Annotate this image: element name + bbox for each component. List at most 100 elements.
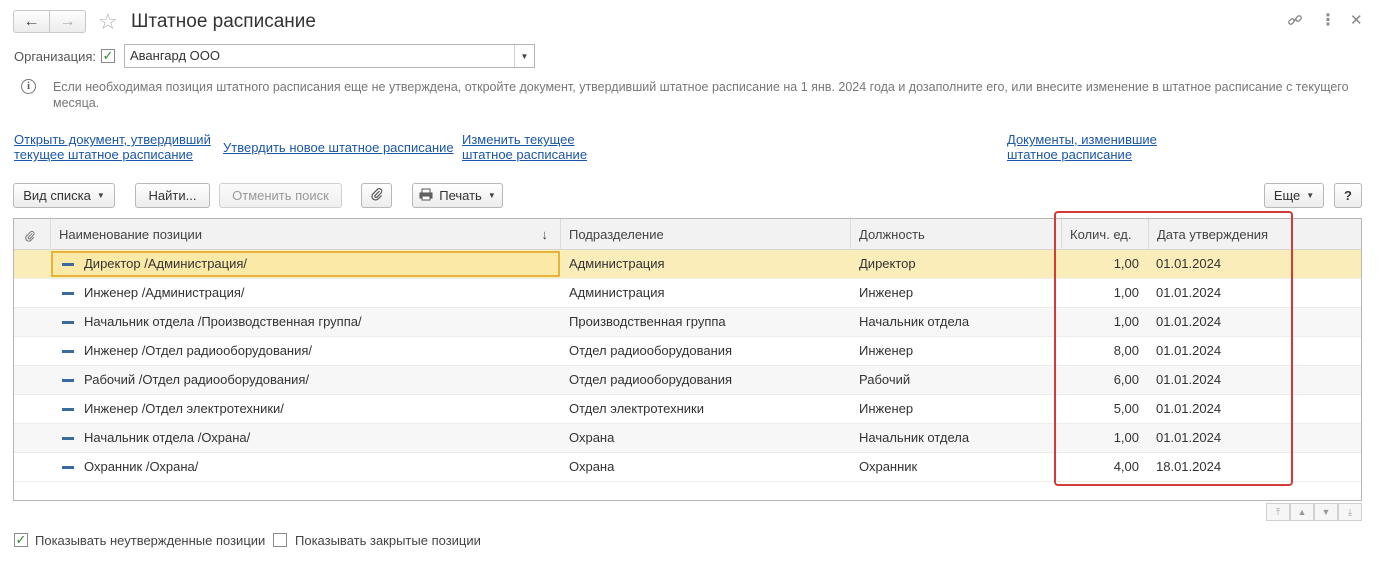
print-button[interactable]: Печать ▼: [412, 183, 503, 208]
cell-department: Отдел радиооборудования: [569, 372, 733, 387]
paperclip-icon: [24, 227, 36, 242]
page-title: Штатное расписание: [131, 11, 316, 32]
position-item-icon: [62, 408, 74, 411]
cell-position: Инженер: [859, 401, 914, 416]
cell-date: 01.01.2024: [1156, 285, 1222, 300]
cell-date: 01.01.2024: [1156, 430, 1222, 445]
organization-checkbox[interactable]: ✓: [101, 49, 115, 63]
more-button[interactable]: Еще ▼: [1264, 183, 1324, 208]
column-header-qty[interactable]: Колич. ед.: [1062, 219, 1149, 250]
more-vert-icon[interactable]: ⋮: [1320, 10, 1336, 30]
arrow-left-icon: ←: [23, 12, 40, 30]
sort-down-icon: ↓: [541, 227, 549, 242]
chevron-down-icon: ▼: [1306, 191, 1315, 200]
cell-department: Администрация: [569, 285, 665, 300]
cell-qty: 1,00: [1113, 314, 1139, 329]
cell-department: Охрана: [569, 459, 615, 474]
printer-icon: [419, 188, 433, 204]
cell-qty: 1,00: [1113, 256, 1139, 271]
scroll-bottom-button[interactable]: ⤓: [1338, 503, 1362, 521]
column-header-date[interactable]: Дата утверждения: [1149, 219, 1361, 250]
chevron-down-icon[interactable]: ▼: [514, 45, 534, 67]
table-row[interactable]: Начальник отдела /Охрана/Охрана Начальник…: [14, 424, 1361, 453]
changing-documents-link[interactable]: Документы, изменившие штатное расписание: [1007, 132, 1157, 162]
cancel-search-button[interactable]: Отменить поиск: [219, 183, 342, 208]
cell-name: Инженер /Администрация/: [84, 285, 245, 300]
position-item-icon: [62, 379, 74, 382]
cell-position: Рабочий: [859, 372, 911, 387]
cell-qty: 1,00: [1113, 430, 1139, 445]
cell-position: Начальник отдела: [859, 430, 970, 445]
info-message: Если необходимая позиция штатного распис…: [53, 80, 1349, 110]
open-approving-document-link[interactable]: Открыть документ, утвердивший текущее шт…: [14, 132, 211, 162]
arrow-right-icon: →: [59, 12, 76, 30]
star-icon[interactable]: ☆: [98, 9, 118, 35]
cell-department: Администрация: [569, 256, 665, 271]
cell-qty: 1,00: [1113, 285, 1139, 300]
cell-date: 01.01.2024: [1156, 343, 1222, 358]
table-row[interactable]: Директор /Администрация/Администрация Дир…: [14, 250, 1361, 279]
cell-name: Начальник отдела /Производственная групп…: [84, 314, 362, 329]
change-current-schedule-link[interactable]: Изменить текущее штатное расписание: [462, 132, 587, 162]
table-row[interactable]: Начальник отдела /Производственная групп…: [14, 308, 1361, 337]
cell-position: Охранник: [859, 459, 918, 474]
cell-position: Инженер: [859, 285, 914, 300]
cell-department: Производственная группа: [569, 314, 726, 329]
table-row[interactable]: Охранник /Охрана/Охрана Охранник 4,00 18.01…: [14, 453, 1361, 482]
find-button[interactable]: Найти...: [135, 183, 210, 208]
position-item-icon: [62, 292, 74, 295]
cell-name: Инженер /Отдел электротехники/: [84, 401, 284, 416]
position-item-icon: [62, 350, 74, 353]
approve-new-schedule-link[interactable]: Утвердить новое штатное расписание: [223, 140, 454, 155]
show-unapproved-label[interactable]: Показывать неутвержденные позиции: [35, 533, 265, 548]
table-row[interactable]: Рабочий /Отдел радиооборудования/Отдел р…: [14, 366, 1361, 395]
attach-button[interactable]: [361, 183, 392, 208]
forward-button[interactable]: →: [49, 10, 86, 33]
table-header: Наименование позиции ↓ Подразделение Дол…: [14, 219, 1361, 250]
cell-date: 01.01.2024: [1156, 256, 1222, 271]
cell-qty: 6,00: [1113, 372, 1139, 387]
cell-date: 01.01.2024: [1156, 401, 1222, 416]
cell-name: Рабочий /Отдел радиооборудования/: [84, 372, 310, 387]
staff-schedule-table[interactable]: Наименование позиции ↓ Подразделение Дол…: [13, 218, 1362, 501]
position-item-icon: [62, 263, 74, 266]
scroll-top-button[interactable]: ⤒: [1266, 503, 1290, 521]
cell-department: Отдел радиооборудования: [569, 343, 733, 358]
cell-date: 01.01.2024: [1156, 372, 1222, 387]
organization-value: Авангард ООО: [130, 48, 220, 63]
link-icon[interactable]: [1287, 12, 1303, 32]
table-row[interactable]: Инженер /Администрация/Администрация Инже…: [14, 279, 1361, 308]
help-button[interactable]: ?: [1334, 183, 1362, 208]
back-button[interactable]: ←: [13, 10, 50, 33]
organization-field[interactable]: Авангард ООО ▼: [124, 44, 535, 68]
position-item-icon: [62, 321, 74, 324]
view-list-button[interactable]: Вид списка ▼: [13, 183, 115, 208]
column-header-name[interactable]: Наименование позиции ↓: [51, 219, 561, 250]
close-icon[interactable]: ✕: [1350, 11, 1363, 29]
cell-position: Директор: [859, 256, 916, 271]
chevron-down-icon: ▼: [487, 191, 496, 200]
cell-date: 18.01.2024: [1156, 459, 1222, 474]
column-header-position[interactable]: Должность: [851, 219, 1062, 250]
cell-name: Директор /Администрация/: [84, 256, 248, 271]
organization-label: Организация:: [14, 49, 97, 64]
table-row[interactable]: Инженер /Отдел электротехники/Отдел элек…: [14, 395, 1361, 424]
cell-department: Отдел электротехники: [569, 401, 704, 416]
show-closed-checkbox[interactable]: [273, 533, 287, 547]
cell-position: Инженер: [859, 343, 914, 358]
column-header-department[interactable]: Подразделение: [561, 219, 851, 250]
scroll-down-button[interactable]: ▼: [1314, 503, 1338, 521]
info-icon: i: [21, 79, 36, 94]
cell-qty: 8,00: [1113, 343, 1139, 358]
scroll-up-button[interactable]: ▲: [1290, 503, 1314, 521]
cell-name: Начальник отдела /Охрана/: [84, 430, 251, 445]
attachment-column-header[interactable]: [14, 219, 51, 250]
position-item-icon: [62, 437, 74, 440]
paperclip-icon: [370, 187, 384, 204]
chevron-down-icon: ▼: [96, 191, 105, 200]
position-item-icon: [62, 466, 74, 469]
table-row[interactable]: Инженер /Отдел радиооборудования/Отдел р…: [14, 337, 1361, 366]
cell-name: Инженер /Отдел радиооборудования/: [84, 343, 313, 358]
show-unapproved-checkbox[interactable]: ✓: [14, 533, 28, 547]
show-closed-label[interactable]: Показывать закрытые позиции: [295, 533, 481, 548]
